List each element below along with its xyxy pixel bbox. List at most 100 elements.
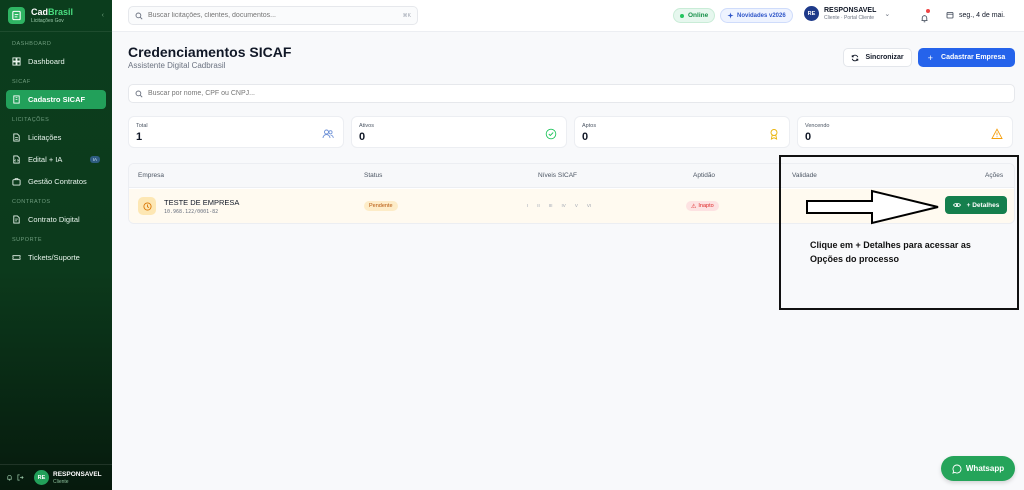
date-label: seg., 4 de mai. [959, 11, 1005, 19]
avatar: RE [804, 6, 819, 21]
level-item: II [537, 203, 540, 208]
brand[interactable]: CadBrasil Licitações Gov ‹ [0, 0, 112, 32]
stat-card-aptos: Aptos 0 [574, 116, 790, 148]
bell-icon[interactable] [6, 474, 14, 482]
level-item: III [548, 203, 553, 208]
novidades-button[interactable]: Novidades v2026 [720, 8, 793, 23]
top-header: ⌘K Online Novidades v2026 RE RESPONSAVEL… [112, 0, 1024, 32]
stat-label: Total [136, 123, 148, 129]
company-search[interactable] [128, 84, 1015, 103]
add-company-button[interactable]: + Cadastrar Empresa [918, 48, 1015, 67]
level-item: VI [586, 203, 592, 208]
footer-user-role: Cliente [53, 478, 69, 485]
search-icon [135, 12, 143, 20]
dashboard-icon [12, 56, 22, 67]
level-item: I [527, 203, 529, 208]
aptidao-badge: ⚠ Inapto [686, 201, 719, 211]
section-label-sicaf: SICAF [12, 79, 31, 85]
cadbrasil-logo-icon [8, 7, 25, 24]
online-dot-icon [680, 13, 684, 18]
stat-value: 0 [805, 131, 812, 143]
notifications-bell-icon[interactable] [920, 9, 930, 23]
collapse-sidebar-icon[interactable]: ‹ [102, 12, 104, 19]
sidebar-item-label: Tickets/Suporte [28, 253, 80, 262]
sicaf-levels: I II III IV V VI [527, 203, 600, 208]
stat-card-total: Total 1 [128, 116, 344, 148]
logout-icon[interactable] [17, 474, 25, 482]
sidebar-item-licitacoes[interactable]: Licitações [6, 128, 106, 147]
sidebar-item-contrato-digital[interactable]: Contrato Digital [6, 210, 106, 229]
check-circle-icon [545, 127, 557, 140]
sidebar-item-cadastro-sicaf[interactable]: Cadastro SICAF [6, 90, 106, 109]
level-item: V [574, 203, 578, 208]
company-search-input[interactable] [148, 90, 1008, 97]
stat-value: 1 [136, 131, 143, 143]
sidebar-item-label: Dashboard [28, 57, 65, 66]
sidebar-item-label: Cadastro SICAF [28, 95, 86, 104]
sidebar-footer: RE RESPONSAVEL Cliente [0, 464, 112, 490]
sidebar-item-gestao-contratos[interactable]: Gestão Contratos [6, 172, 106, 191]
sidebar-item-label: Gestão Contratos [28, 177, 87, 186]
company-cnpj: 10.968.122/0001-82 [164, 209, 219, 215]
current-date: seg., 4 de mai. [946, 11, 1005, 19]
section-label-licitacoes: LICITAÇÕES [12, 117, 50, 123]
section-label-contratos: CONTRATOS [12, 199, 51, 205]
chevron-down-icon: ⌄ [884, 10, 891, 18]
footer-user-name: RESPONSAVEL [53, 470, 102, 478]
column-header-status: Status [364, 172, 383, 179]
column-header-aptidao: Aptidão [693, 172, 716, 179]
notification-dot [926, 9, 930, 13]
aptidao-label: Inapto [698, 203, 714, 209]
sidebar-item-tickets-suporte[interactable]: Tickets/Suporte [6, 248, 106, 267]
brand-name: CadBrasil [31, 6, 74, 17]
global-search-input[interactable] [148, 12, 403, 19]
stat-label: Aptos [582, 123, 597, 129]
sidebar-item-label: Licitações [28, 133, 62, 142]
sidebar-item-label: Contrato Digital [28, 215, 80, 224]
user-name: RESPONSAVEL [824, 6, 877, 14]
global-search[interactable]: ⌘K [128, 6, 418, 25]
users-icon [322, 127, 334, 139]
search-icon [135, 90, 143, 98]
whatsapp-button[interactable]: Whatsapp [941, 456, 1015, 481]
online-status-badge: Online [673, 8, 716, 23]
whatsapp-icon [952, 464, 962, 474]
building-icon [12, 94, 22, 105]
briefcase-icon [12, 177, 22, 187]
sidebar-item-label: Edital + IA [28, 155, 63, 164]
sidebar-item-edital-ia[interactable]: Edital + IA IA [6, 150, 106, 169]
clock-icon [138, 197, 156, 215]
avatar[interactable]: RE [34, 470, 49, 485]
add-company-label: Cadastrar Empresa [941, 54, 1006, 61]
search-shortcut: ⌘K [402, 12, 411, 19]
warning-icon: ⚠ [691, 203, 697, 210]
ticket-icon [12, 253, 22, 263]
stat-card-vencendo: Vencendo 0 [797, 116, 1013, 148]
file-code-icon [12, 154, 22, 165]
plus-icon: + [927, 52, 934, 63]
stat-label: Vencendo [805, 123, 830, 129]
sidebar-item-dashboard[interactable]: Dashboard [6, 52, 106, 71]
ia-badge: IA [89, 156, 100, 163]
whatsapp-label: Whatsapp [965, 464, 1005, 473]
user-role: Cliente · Portal Cliente [824, 14, 875, 21]
document-icon [12, 132, 22, 143]
sparkle-icon [727, 12, 734, 19]
section-label-suporte: SUPORTE [12, 237, 42, 243]
column-header-empresa: Empresa [138, 172, 165, 179]
warning-icon [991, 127, 1003, 139]
sync-button[interactable]: Sincronizar [843, 48, 912, 67]
column-header-niveis: Níveis SICAF [538, 172, 578, 179]
contract-icon [12, 214, 22, 225]
company-name: TESTE DE EMPRESA [164, 198, 240, 207]
award-icon [768, 127, 780, 140]
page-subtitle: Assistente Digital Cadbrasil [128, 61, 226, 70]
status-badge: Pendente [364, 201, 398, 211]
sync-label: Sincronizar [865, 54, 904, 61]
annotation-arrow-icon [806, 189, 939, 225]
stat-card-ativos: Ativos 0 [351, 116, 567, 148]
page-title: Credenciamentos SICAF [128, 44, 292, 60]
user-menu[interactable]: RE RESPONSAVEL Cliente · Portal Cliente … [804, 6, 890, 21]
novidades-label: Novidades v2026 [737, 12, 786, 19]
online-label: Online [688, 12, 709, 19]
